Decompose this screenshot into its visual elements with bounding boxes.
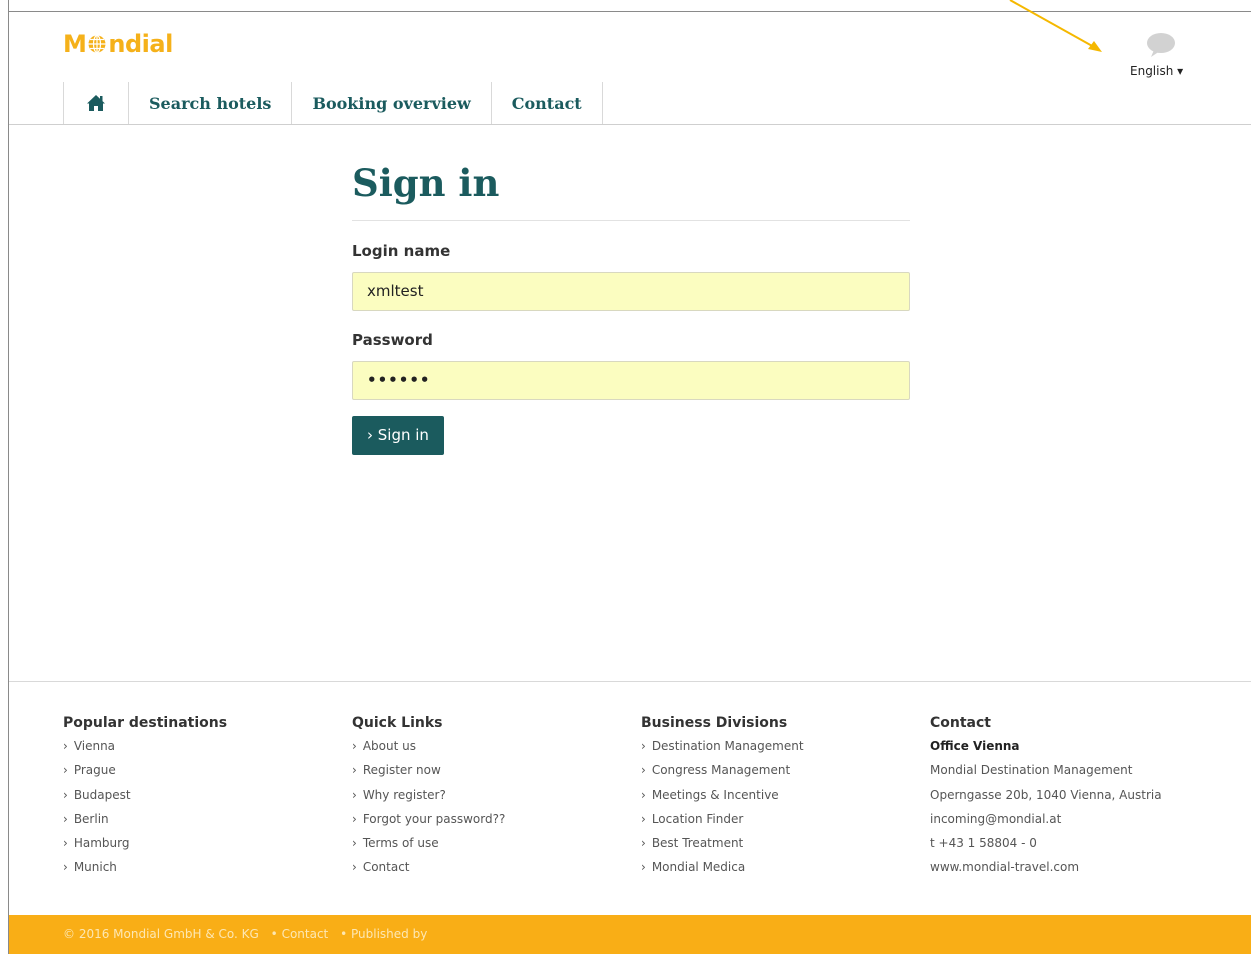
- footer-heading: Popular destinations: [63, 715, 228, 731]
- logo-letter-m: M: [63, 30, 87, 58]
- footer-link[interactable]: › Contact: [352, 857, 505, 881]
- website-link[interactable]: www.mondial-travel.com: [930, 857, 1162, 881]
- signin-form: Sign in Login name xmltest Password ••••…: [352, 150, 910, 455]
- footer-link[interactable]: › Congress Management: [641, 760, 804, 784]
- home-icon: [87, 95, 105, 111]
- phone-number: t +43 1 58804 - 0: [930, 836, 1037, 851]
- password-label: Password: [352, 331, 433, 349]
- mondial-logo[interactable]: M ndial: [63, 30, 173, 58]
- footer-col-contact: Contact Office Vienna Mondial Destinatio…: [930, 715, 1162, 882]
- nav-booking-overview[interactable]: Booking overview: [292, 82, 492, 124]
- footer-heading: Business Divisions: [641, 715, 788, 731]
- language-selector[interactable]: English ▾: [1130, 32, 1190, 82]
- nav-contact[interactable]: Contact: [492, 82, 603, 124]
- speech-bubble-icon: [1147, 33, 1175, 57]
- footer-link[interactable]: › Location Finder: [641, 809, 804, 833]
- page-title: Sign in: [352, 161, 500, 205]
- footer-link[interactable]: › Mondial Medica: [641, 857, 804, 881]
- footer-link[interactable]: › Register now: [352, 760, 505, 784]
- nav-search-hotels[interactable]: Search hotels: [129, 82, 293, 124]
- title-divider: [352, 220, 910, 221]
- language-label: English ▾: [1130, 64, 1184, 78]
- nav-home[interactable]: [64, 82, 129, 124]
- password-input[interactable]: ••••••: [352, 361, 910, 400]
- copyright-text: © 2016 Mondial GmbH & Co. KG: [63, 927, 259, 941]
- footer-link[interactable]: › Forgot your password??: [352, 809, 505, 833]
- email-link[interactable]: incoming@mondial.at: [930, 809, 1162, 833]
- footer-link[interactable]: › About us: [352, 736, 505, 760]
- globe-icon: [88, 34, 106, 54]
- copyright-bar: © 2016 Mondial GmbH & Co. KG • Contact •…: [9, 915, 1251, 954]
- footer-col-business-divisions: Business Divisions › Destination Manageme…: [641, 715, 804, 882]
- login-name-input[interactable]: xmltest: [352, 272, 910, 311]
- footer-link[interactable]: › Vienna: [63, 736, 227, 760]
- footer-link[interactable]: › Best Treatment: [641, 833, 804, 857]
- footer-heading: Contact: [930, 715, 991, 731]
- footer-link[interactable]: › Why register?: [352, 785, 505, 809]
- signin-button[interactable]: › Sign in: [352, 416, 444, 455]
- footer-link[interactable]: › Hamburg: [63, 833, 227, 857]
- office-name: Office Vienna: [930, 739, 1020, 753]
- footer-heading: Quick Links: [352, 715, 443, 731]
- footer-link[interactable]: › Terms of use: [352, 833, 505, 857]
- copy-link-published-by[interactable]: • Published by: [340, 927, 427, 941]
- logo-letters-ndial: ndial: [108, 30, 173, 58]
- copy-link-contact[interactable]: • Contact: [271, 927, 329, 941]
- footer-link[interactable]: › Berlin: [63, 809, 227, 833]
- main-nav: Search hotels Booking overview Contact: [63, 82, 603, 124]
- footer-link[interactable]: › Budapest: [63, 785, 227, 809]
- footer-link[interactable]: › Meetings & Incentive: [641, 785, 804, 809]
- footer-col-destinations: Popular destinations › Vienna › Prague › Bu…: [63, 715, 227, 882]
- footer-link[interactable]: › Destination Management: [641, 736, 804, 760]
- header-divider: [9, 124, 1251, 125]
- footer-link[interactable]: › Prague: [63, 760, 227, 784]
- company-name: Mondial Destination Management: [930, 763, 1133, 778]
- address: Operngasse 20b, 1040 Vienna, Austria: [930, 787, 1162, 802]
- footer-col-quick-links: Quick Links › About us › Register now › Why…: [352, 715, 505, 882]
- login-name-label: Login name: [352, 242, 451, 260]
- footer-link[interactable]: › Munich: [63, 857, 227, 881]
